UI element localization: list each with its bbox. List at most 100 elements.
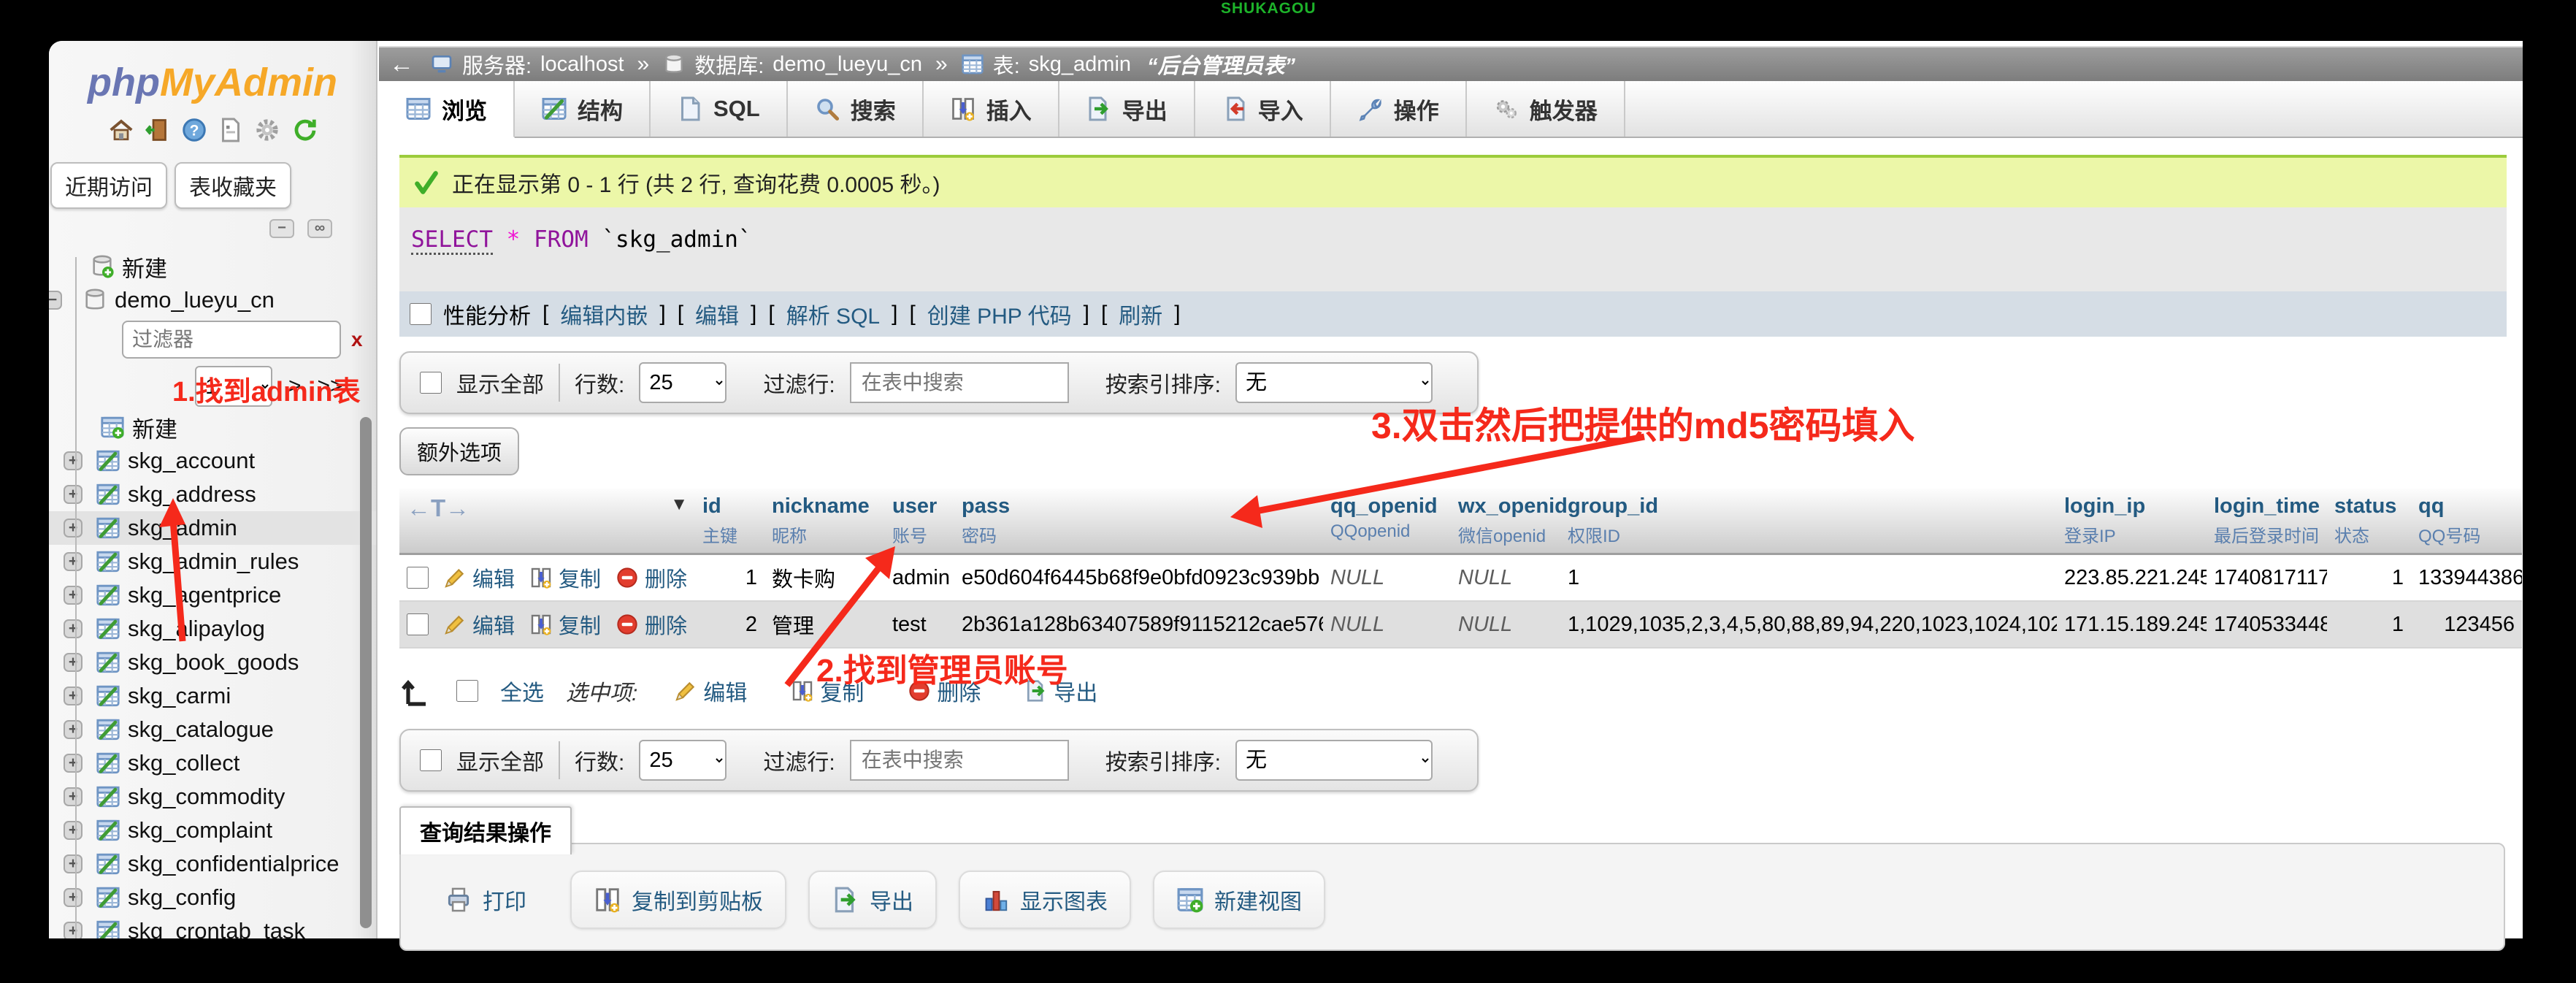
sidebar-item-skg-complaint[interactable]: +skg_complaint — [49, 814, 376, 847]
refresh-icon[interactable] — [291, 117, 317, 143]
link-icon[interactable]: ∞ — [307, 219, 332, 238]
column-header-nickname[interactable]: nickname昵称 — [764, 489, 885, 554]
cell-id[interactable]: 2 — [695, 601, 764, 648]
cell-pass[interactable]: 2b361a128b63407589f9115212cae576 — [954, 601, 1323, 648]
expand-icon[interactable]: + — [64, 619, 83, 638]
options-glyph[interactable]: ←T→ — [407, 494, 469, 521]
edit-row-link[interactable]: 编辑 — [443, 562, 515, 593]
tab-recent-tables[interactable]: 近期访问 — [50, 162, 167, 209]
table-filter-input[interactable] — [122, 321, 341, 359]
rows-count-select[interactable]: 25 — [639, 740, 727, 781]
sidebar-item-skg-book-goods[interactable]: +skg_book_goods — [49, 646, 376, 679]
create-php-code-link[interactable]: 创建 PHP 代码 — [927, 298, 1072, 330]
sidebar-item-skg-crontab-task[interactable]: +skg_crontab_task — [49, 914, 376, 938]
expand-icon[interactable]: + — [64, 451, 83, 470]
tab-favorite-tables[interactable]: 表收藏夹 — [175, 162, 291, 209]
column-header-wx-openid[interactable]: wx_openid微信openid — [1451, 489, 1560, 554]
profiling-checkbox[interactable] — [410, 303, 432, 325]
filter-rows-input[interactable] — [850, 362, 1069, 403]
logout-icon[interactable] — [145, 117, 171, 143]
sidebar-item-skg-alipaylog[interactable]: +skg_alipaylog — [49, 612, 376, 646]
sidebar-item-skg-commodity[interactable]: +skg_commodity — [49, 780, 376, 814]
expand-icon[interactable]: + — [64, 552, 83, 571]
column-header-pass[interactable]: pass密码 — [954, 489, 1323, 554]
export-button[interactable]: 导出 — [808, 871, 937, 929]
column-header-id[interactable]: id主键 — [695, 489, 764, 554]
tab-triggers[interactable]: 触发器 — [1467, 81, 1625, 137]
tree-new-table[interactable]: 新建 — [49, 410, 376, 444]
tab-operations[interactable]: 操作 — [1331, 81, 1467, 137]
edit-selected-link[interactable]: 编辑 — [674, 675, 747, 707]
tab-structure[interactable]: 结构 — [515, 81, 651, 137]
print-button[interactable]: 打印 — [423, 872, 548, 927]
edit-link[interactable]: 编辑 — [695, 298, 739, 330]
tab-insert[interactable]: 插入 — [924, 81, 1059, 137]
sidebar-item-skg-admin[interactable]: +skg_admin — [49, 511, 376, 545]
sidebar-item-skg-agentprice[interactable]: +skg_agentprice — [49, 578, 376, 612]
tree-database-demo-lueyu-cn[interactable]: − demo_lueyu_cn — [49, 283, 376, 317]
column-header-qq[interactable]: qqQQ号码 — [2411, 489, 2522, 554]
cell-qq-openid[interactable]: NULL — [1323, 601, 1451, 648]
column-header-status[interactable]: status状态 — [2327, 489, 2411, 554]
expand-icon[interactable]: + — [64, 922, 83, 938]
cell-group-id[interactable]: 1 — [1560, 554, 2057, 602]
expand-icon[interactable]: + — [64, 686, 83, 705]
sort-caret-icon[interactable]: ▼ — [670, 494, 688, 515]
collapse-all-icon[interactable]: − — [269, 219, 294, 238]
settings-gear-icon[interactable] — [254, 117, 280, 143]
sidebar-item-skg-config[interactable]: +skg_config — [49, 881, 376, 914]
edit-row-link[interactable]: 编辑 — [443, 609, 515, 640]
cell-login-time[interactable]: 1740817117 — [2207, 554, 2327, 602]
rows-count-select[interactable]: 25 — [639, 362, 727, 403]
cell-wx-openid[interactable]: NULL — [1451, 554, 1560, 602]
sidebar-item-skg-catalogue[interactable]: +skg_catalogue — [49, 713, 376, 746]
show-all-checkbox[interactable] — [420, 749, 442, 771]
cell-wx-openid[interactable]: NULL — [1451, 601, 1560, 648]
home-icon[interactable] — [108, 117, 134, 143]
expand-icon[interactable]: + — [64, 888, 83, 907]
show-all-checkbox[interactable] — [420, 372, 442, 394]
help-icon[interactable] — [181, 117, 207, 143]
cell-qq[interactable]: 1339443867 — [2411, 554, 2522, 602]
row-checkbox[interactable] — [407, 613, 429, 635]
cell-login-time[interactable]: 1740533448 — [2207, 601, 2327, 648]
cell-qq[interactable]: 123456 — [2411, 601, 2522, 648]
copy-to-clipboard-button[interactable]: 复制到剪贴板 — [570, 871, 786, 929]
cell-status[interactable]: 1 — [2327, 554, 2411, 602]
sidebar-item-skg-admin-rules[interactable]: +skg_admin_rules — [49, 545, 376, 578]
column-header-login-ip[interactable]: login_ip登录IP — [2057, 489, 2207, 554]
edit-inline-link[interactable]: 编辑内嵌 — [560, 298, 648, 330]
filter-rows-input[interactable] — [850, 740, 1069, 781]
expand-icon[interactable]: + — [64, 754, 83, 773]
column-header-qq-openid[interactable]: qq_openidQQopenid — [1323, 489, 1451, 554]
cell-login-ip[interactable]: 171.15.189.245 — [2057, 601, 2207, 648]
check-all-link[interactable]: 全选 — [500, 675, 544, 707]
database-link[interactable]: demo_lueyu_cn — [773, 53, 922, 77]
copy-row-link[interactable]: 复制 — [529, 609, 601, 640]
expand-icon[interactable]: + — [64, 586, 83, 605]
tab-browse[interactable]: 浏览 — [379, 81, 515, 138]
cell-id[interactable]: 1 — [695, 554, 764, 602]
expand-icon[interactable]: + — [64, 787, 83, 806]
cell-login-ip[interactable]: 223.85.221.245 — [2057, 554, 2207, 602]
collapse-database-icon[interactable]: − — [49, 291, 62, 310]
server-link[interactable]: localhost — [540, 53, 624, 77]
delete-row-link[interactable]: 删除 — [616, 562, 687, 593]
cell-nickname[interactable]: 数卡购 — [764, 554, 885, 602]
sort-by-key-select[interactable]: 无 — [1235, 740, 1433, 781]
copy-row-link[interactable]: 复制 — [529, 562, 601, 593]
table-link[interactable]: skg_admin — [1029, 53, 1131, 77]
cell-nickname[interactable]: 管理 — [764, 601, 885, 648]
cell-group-id[interactable]: 1,1029,1035,2,3,4,5,80,88,89,94,220,1023… — [1560, 601, 2057, 648]
refresh-link[interactable]: 刷新 — [1119, 298, 1162, 330]
display-chart-button[interactable]: 显示图表 — [959, 871, 1131, 929]
cell-user[interactable]: admin — [885, 554, 954, 602]
sidebar-item-skg-address[interactable]: +skg_address — [49, 478, 376, 511]
tab-export[interactable]: 导出 — [1059, 81, 1195, 137]
sidebar-scrollbar[interactable] — [360, 417, 372, 928]
tree-new-database[interactable]: 新建 — [49, 250, 376, 283]
cell-user[interactable]: test — [885, 601, 954, 648]
clear-filter-button[interactable]: x — [351, 328, 363, 351]
column-header-login-time[interactable]: login_time最后登录时间 — [2207, 489, 2327, 554]
explain-sql-link[interactable]: 解析 SQL — [786, 298, 880, 330]
